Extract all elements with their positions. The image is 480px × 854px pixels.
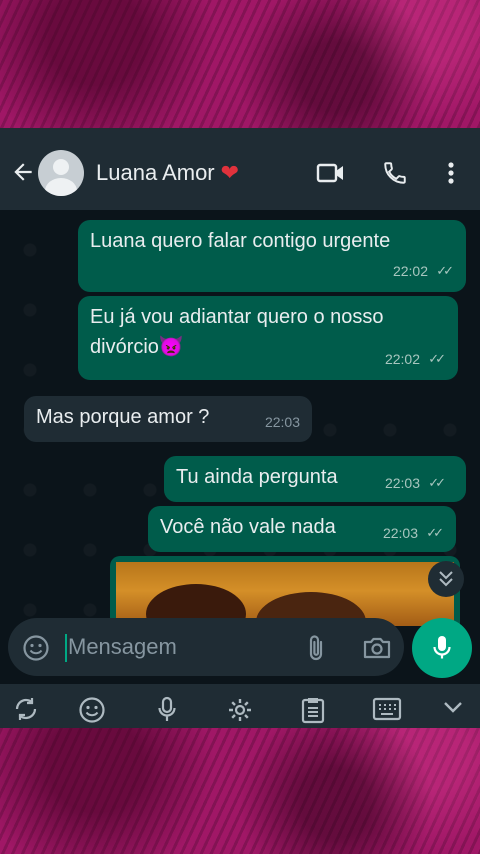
message-bubble[interactable]: Eu já vou adiantar quero o nosso divórci… [78,296,458,380]
phone-screen: Luana Amor ❤ Luana quero falar contigo ur… [0,128,480,728]
emoji-icon[interactable] [78,696,106,728]
avatar[interactable] [38,150,84,196]
chat-header: Luana Amor ❤ [0,128,480,210]
background-top [0,0,480,128]
message-time: 22:02 [392,263,428,279]
message-bubble[interactable]: Você não vale nada 22:03 ✓✓ [148,506,456,552]
back-arrow-icon[interactable] [10,159,36,190]
background-bottom [0,728,480,854]
message-bubble[interactable]: Tu ainda pergunta 22:03 ✓✓ [164,456,466,502]
contact-name: Luana Amor [96,160,215,185]
chevron-down-icon[interactable] [442,700,464,721]
attach-clip-icon[interactable] [305,633,327,668]
message-text: Tu ainda pergunta [176,466,338,488]
sync-icon[interactable] [12,696,40,727]
message-bubble[interactable]: Luana quero falar contigo urgente 22:02 … [78,220,466,292]
settings-icon[interactable] [226,696,254,728]
contact-title[interactable]: Luana Amor ❤ [96,159,239,187]
keyboard-toolbar [0,684,480,728]
read-receipt-icon: ✓✓ [428,475,446,490]
voice-record-button[interactable] [412,618,472,678]
message-composer: Mensagem [8,618,404,676]
read-receipt-icon: ✓✓ [428,351,446,366]
message-text: Você não vale nada [160,516,336,538]
devil-emoji: 👿 [158,336,184,358]
mic-icon [433,636,451,659]
message-time: 22:03 [384,475,420,491]
chevron-double-down-icon [439,571,453,587]
text-cursor [65,634,67,662]
clipboard-icon[interactable] [300,696,326,728]
message-input[interactable]: Mensagem [68,633,177,661]
heart-emoji: ❤ [220,160,240,185]
voice-call-icon[interactable] [382,160,408,191]
more-vert-icon[interactable] [440,160,462,191]
message-text: Luana quero falar contigo urgente [90,230,391,252]
read-receipt-icon: ✓✓ [426,525,444,540]
read-receipt-icon: ✓✓ [436,263,454,278]
message-time: 22:03 [264,414,300,430]
message-bubble[interactable]: Mas porque amor ? 22:03 [24,396,312,442]
message-time: 22:02 [384,351,420,367]
video-call-icon[interactable] [316,160,346,191]
message-text: Mas porque amor ? [36,406,210,428]
mic-icon[interactable] [156,696,178,728]
emoji-icon[interactable] [22,634,50,667]
media-message-thumbnail[interactable] [110,556,460,626]
message-time: 22:03 [382,525,418,541]
scroll-to-bottom-button[interactable] [428,561,464,597]
camera-icon[interactable] [362,635,392,666]
message-text: Eu já vou adiantar quero o nosso divórci… [90,306,384,358]
keyboard-icon[interactable] [372,696,402,728]
